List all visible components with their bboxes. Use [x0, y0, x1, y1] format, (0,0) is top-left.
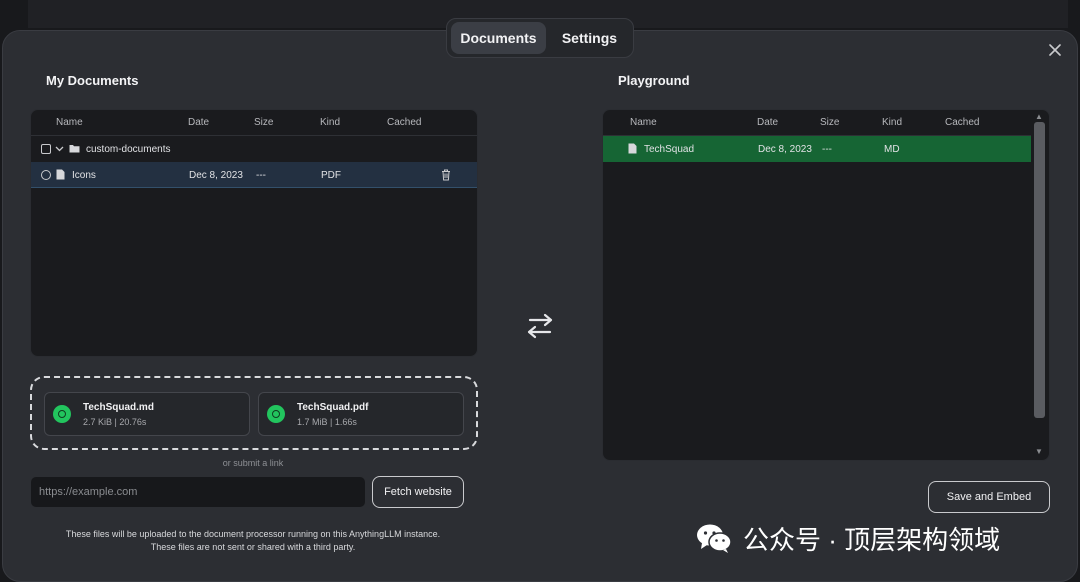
tab-bar: Documents Settings [446, 18, 634, 58]
scrollbar-thumb[interactable] [1034, 122, 1045, 418]
col-name: Name [630, 117, 657, 128]
url-input[interactable] [30, 476, 366, 508]
doc-date: Dec 8, 2023 [758, 144, 812, 155]
folder-checkbox[interactable] [41, 144, 51, 154]
doc-name: TechSquad [644, 144, 695, 155]
doc-size: --- [256, 170, 266, 181]
footnote-line1: These files will be uploaded to the docu… [65, 529, 441, 539]
upload-card: TechSquad.md 2.7 KiB | 20.76s [44, 392, 250, 436]
footnote-line2: These files are not sent or shared with … [150, 542, 356, 552]
col-size: Size [254, 117, 274, 128]
wechat-icon [697, 524, 732, 553]
row-select-radio[interactable] [41, 170, 51, 180]
scroll-down-icon[interactable]: ▼ [1035, 448, 1043, 456]
playground-header: Name Date Size Kind Cached [603, 110, 1031, 136]
upload-file-meta: 2.7 KiB | 20.76s [83, 417, 147, 427]
doc-size: --- [822, 144, 832, 155]
watermark-text: 公众号 · 顶层架构领域 [743, 524, 1001, 555]
upload-file-name: TechSquad.md [83, 402, 154, 413]
col-size: Size [820, 117, 840, 128]
folder-icon [69, 145, 80, 153]
file-icon [56, 169, 65, 180]
upload-file-name: TechSquad.pdf [297, 402, 369, 413]
success-icon [267, 405, 285, 423]
col-cached: Cached [945, 117, 980, 128]
col-date: Date [757, 117, 779, 128]
save-and-embed-button[interactable]: Save and Embed [928, 481, 1050, 513]
close-icon-svg [1049, 44, 1061, 56]
doc-kind: MD [884, 144, 900, 155]
my-documents-title: My Documents [46, 73, 139, 88]
chevron-down-icon[interactable] [55, 145, 64, 153]
playground-title: Playground [618, 73, 690, 88]
my-documents-panel: Name Date Size Kind Cached custom-docume… [30, 109, 478, 357]
col-name: Name [56, 117, 83, 128]
upload-card: TechSquad.pdf 1.7 MiB | 1.66s [258, 392, 464, 436]
scroll-up-icon[interactable]: ▲ [1035, 113, 1043, 121]
document-row[interactable]: Icons Dec 8, 2023 --- PDF [31, 162, 477, 188]
close-icon[interactable] [1046, 41, 1064, 59]
upload-dropzone[interactable]: TechSquad.md 2.7 KiB | 20.76s TechSquad.… [30, 376, 478, 450]
success-icon [53, 405, 71, 423]
folder-name: custom-documents [86, 144, 171, 155]
watermark: 公众号 · 顶层架构领域 [695, 520, 1000, 556]
playground-row[interactable]: TechSquad Dec 8, 2023 --- MD [603, 136, 1031, 162]
doc-date: Dec 8, 2023 [189, 170, 243, 181]
upload-file-meta: 1.7 MiB | 1.66s [297, 417, 357, 427]
col-kind: Kind [320, 117, 341, 128]
doc-name: Icons [72, 170, 96, 181]
col-kind: Kind [882, 117, 903, 128]
tab-settings[interactable]: Settings [550, 22, 629, 54]
doc-kind: PDF [321, 170, 341, 181]
tab-documents[interactable]: Documents [451, 22, 546, 54]
trash-icon[interactable] [441, 169, 451, 181]
or-submit-link-text: or submit a link [222, 458, 284, 468]
swap-arrows-icon[interactable] [524, 312, 556, 340]
fetch-website-button[interactable]: Fetch website [372, 476, 464, 508]
my-documents-header: Name Date Size Kind Cached [31, 110, 477, 136]
folder-row[interactable]: custom-documents [31, 136, 477, 162]
playground-panel: Name Date Size Kind Cached TechSquad Dec… [602, 109, 1050, 461]
col-cached: Cached [387, 117, 422, 128]
file-icon [628, 143, 637, 154]
col-date: Date [188, 117, 210, 128]
